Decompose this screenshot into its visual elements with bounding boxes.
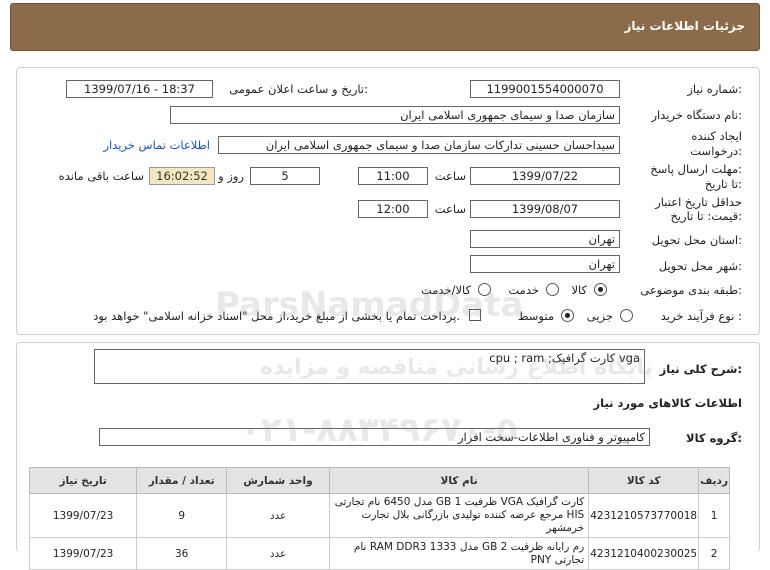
cell-unit: عدد [226, 537, 330, 570]
category-radio-goods[interactable] [594, 283, 607, 296]
validity-label-line2: قیمت: تا تاریخ: [670, 209, 742, 223]
table-row[interactable]: 1 4231210573770018 کارت گرافیک VGA ظرفیت… [28, 493, 730, 538]
deadline-label-line2: تا تاریخ: [704, 177, 742, 191]
table-row[interactable]: 2 4231210400230025 رم رایانه ظرفیت 2 GB … [28, 537, 730, 570]
col-date: تاریخ نیاز [28, 467, 138, 494]
validity-date-field: 1399/08/07 [470, 200, 620, 218]
page-title: جزئیات اطلاعات نیاز [624, 19, 745, 33]
buyer-contact-link[interactable]: اطلاعات تماس خریدار [103, 138, 210, 152]
goods-table: ردیف کد کالا نام کالا واحد شمارش تعداد /… [28, 467, 730, 570]
goods-table-header: ردیف کد کالا نام کالا واحد شمارش تعداد /… [28, 467, 730, 494]
summary-field: cpu ; ram ;کارت گرافیک vga [94, 349, 645, 384]
cell-row: 1 [698, 493, 730, 538]
col-code: کد کالا [588, 467, 700, 494]
cell-code: 4231210573770018 [588, 493, 700, 538]
validity-time-field: 12:00 [358, 200, 428, 218]
cell-unit: عدد [226, 493, 330, 538]
need-number-label: شماره نیاز: [687, 82, 742, 96]
deadline-date-field: 1399/07/22 [470, 167, 620, 185]
page-header: جزئیات اطلاعات نیاز [10, 3, 760, 51]
creator-label-line2: درخواست: [690, 144, 742, 158]
deadline-time-label: ساعت [434, 169, 466, 183]
cell-date: 1399/07/23 [28, 537, 138, 570]
deadline-label-line1: مهلت ارسال پاسخ: [650, 162, 742, 176]
goods-group-label: گروه کالا: [686, 431, 742, 445]
process-radio-medium[interactable] [561, 309, 574, 322]
announce-date-field: 1399/07/16 - 18:37 [66, 80, 213, 98]
category-option-service: خدمت [508, 283, 539, 297]
category-label: طبقه بندی موضوعی: [640, 283, 742, 297]
col-qty: تعداد / مقدار [136, 467, 228, 494]
col-row: ردیف [698, 467, 730, 494]
goods-group-field: کامپیوتر و فناوری اطلاعات-سخت افزار [99, 428, 650, 446]
process-option-minor: جزیی [586, 309, 613, 323]
buyer-org-label: نام دستگاه خریدار: [651, 108, 742, 122]
col-name: نام کالا [328, 467, 590, 494]
days-remaining-field: 5 [250, 167, 320, 185]
cell-date: 1399/07/23 [28, 493, 138, 538]
process-option-medium: متوسط [517, 309, 554, 323]
city-field: تهران [470, 255, 620, 273]
province-label: استان محل تحویل: [651, 233, 742, 247]
creator-field: سیداحسان حسینی تدارکات سازمان صدا و سیما… [218, 136, 620, 154]
deadline-time-field: 11:00 [358, 167, 428, 185]
city-label: شهر محل تحویل: [658, 259, 742, 273]
category-radio-service[interactable] [546, 283, 559, 296]
cell-name: کارت گرافیک VGA ظرفیت 1 GB مدل 6450 نام … [328, 493, 590, 538]
cell-name: رم رایانه ظرفیت 2 GB مدل RAM DDR3 1333 ن… [328, 537, 590, 570]
summary-value: cpu ; ram ;کارت گرافیک vga [489, 351, 640, 365]
cell-qty: 9 [136, 493, 228, 538]
province-field: تهران [470, 230, 620, 248]
treasury-payment-note: پرداخت تمام یا بخشی از مبلغ خرید،از محل … [93, 309, 460, 323]
summary-label: شرح کلی نیاز: [659, 362, 742, 376]
cell-qty: 36 [136, 537, 228, 570]
category-radio-goods-service[interactable] [478, 283, 491, 296]
category-option-goods-service: کالا/خدمت [420, 283, 471, 297]
category-option-goods: کالا [571, 283, 587, 297]
buyer-org-field: سازمان صدا و سیمای جمهوری اسلامی ایران [170, 106, 620, 124]
validity-time-label: ساعت [434, 202, 466, 216]
process-radio-minor[interactable] [620, 309, 633, 322]
remaining-time-label: ساعت باقی مانده [58, 169, 144, 183]
remaining-time-field: 16:02:52 [149, 167, 215, 185]
announce-date-label: تاریخ و ساعت اعلان عمومی: [229, 82, 368, 96]
col-unit: واحد شمارش [226, 467, 330, 494]
goods-section-title: اطلاعات کالاهای مورد نیاز [593, 396, 742, 410]
creator-label-line1: ایجاد کننده [691, 129, 742, 143]
treasury-payment-checkbox[interactable] [469, 309, 481, 321]
need-number-field: 1199001554000070 [470, 80, 620, 98]
process-label: نوع فرآیند خرید : [660, 309, 742, 323]
cell-row: 2 [698, 537, 730, 570]
days-label: روز و [218, 169, 244, 183]
cell-code: 4231210400230025 [588, 537, 700, 570]
validity-label-line1: حداقل تاریخ اعتبار [655, 195, 742, 209]
